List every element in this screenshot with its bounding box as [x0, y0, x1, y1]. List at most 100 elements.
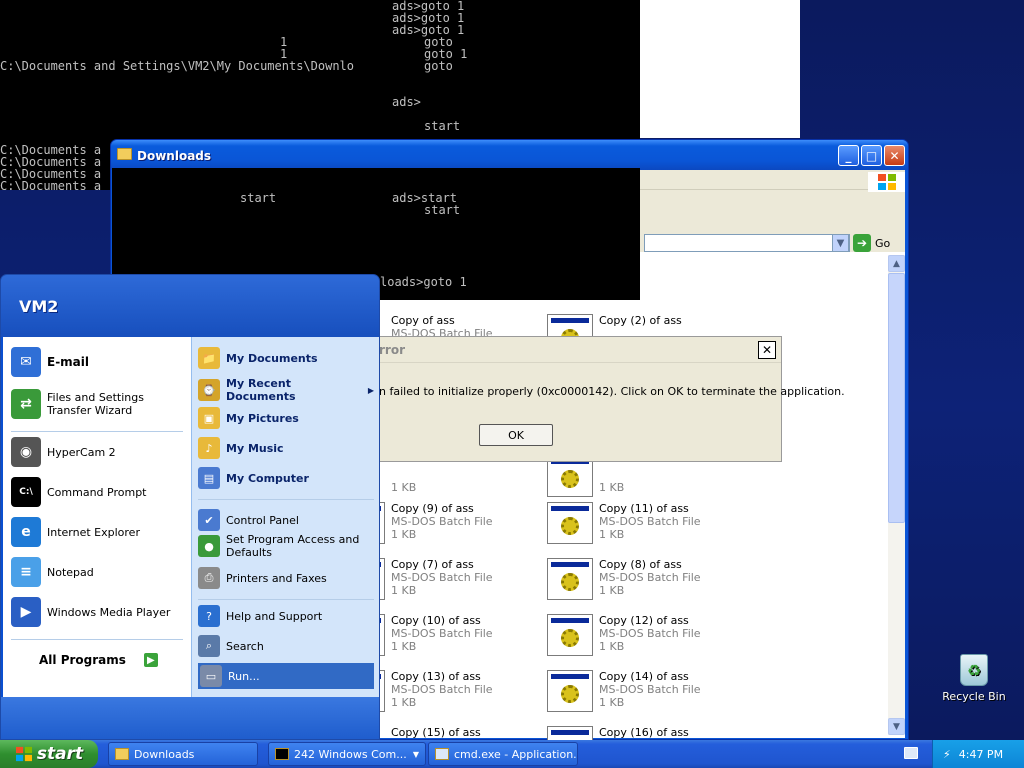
- minimize-button[interactable]: _: [838, 145, 859, 166]
- console-icon: [275, 748, 289, 760]
- hypercam-icon: ◉: [11, 437, 41, 467]
- start-item-transfer-wizard[interactable]: ⇄ Files and Settings Transfer Wizard: [11, 389, 187, 419]
- start-item-label: Run...: [228, 669, 260, 683]
- search-icon: ⌕: [198, 635, 220, 657]
- error-dialog-title: rror: [379, 343, 405, 357]
- console-line: start: [424, 203, 461, 217]
- window-bar-decoration: [551, 562, 589, 567]
- file-size: 1 KB: [391, 640, 417, 653]
- start-item-notepad[interactable]: ≡ Notepad: [11, 557, 187, 587]
- separator: [11, 431, 183, 432]
- start-item-label: Search: [226, 639, 264, 653]
- maximize-button[interactable]: □: [861, 145, 882, 166]
- my-music-icon: ♪: [198, 437, 220, 459]
- go-button[interactable]: ➔ Go: [853, 234, 903, 252]
- file-name: Copy (9) of ass: [391, 502, 474, 515]
- start-item-control-panel[interactable]: ✔ Control Panel: [198, 509, 374, 531]
- internet-explorer-icon: e: [11, 517, 41, 547]
- start-item-run[interactable]: ▭ Run...: [198, 663, 374, 689]
- notepad-icon: ≡: [11, 557, 41, 587]
- file-name: Copy (14) of ass: [599, 670, 689, 683]
- file-name: Copy (16) of ass: [599, 726, 689, 739]
- taskbar-label: 242 Windows Com...: [294, 747, 407, 761]
- error-dialog: rror ✕ n failed to initialize properly (…: [376, 336, 845, 462]
- file-item[interactable]: Copy (14) of ass MS-DOS Batch File 1 KB: [547, 670, 747, 714]
- file-name: Copy (15) of ass: [391, 726, 481, 739]
- file-name: Copy (10) of ass: [391, 614, 481, 627]
- start-item-media-player[interactable]: ▶ Windows Media Player: [11, 597, 187, 627]
- start-item-search[interactable]: ⌕ Search: [198, 635, 374, 657]
- taskbar: start Downloads 242 Windows Com... ▼ cmd.ex…: [0, 740, 1024, 768]
- system-tray: ⚡ 4:47 PM: [932, 740, 1024, 768]
- maximize-icon: □: [865, 148, 878, 163]
- error-message: n failed to initialize properly (0xc0000…: [379, 385, 845, 398]
- scroll-up-button[interactable]: ▲: [888, 255, 905, 272]
- start-item-label: E-mail: [47, 355, 90, 369]
- file-size: 1 KB: [599, 481, 625, 494]
- taskbar-button-0[interactable]: Downloads: [108, 742, 258, 766]
- start-item-label: Internet Explorer: [47, 525, 140, 539]
- start-item-my-documents[interactable]: 📁 My Documents: [198, 347, 374, 369]
- gear-icon: [561, 629, 579, 647]
- taskbar-button-1[interactable]: 242 Windows Com... ▼: [268, 742, 426, 766]
- file-size: 1 KB: [391, 528, 417, 541]
- gear-icon: [561, 573, 579, 591]
- start-item-my-music[interactable]: ♪ My Music: [198, 437, 374, 459]
- clock[interactable]: 4:47 PM: [959, 748, 1003, 761]
- control-panel-icon: ✔: [198, 509, 220, 531]
- scroll-down-button[interactable]: ▼: [888, 718, 905, 735]
- recycle-bin[interactable]: ♻ Recycle Bin: [940, 654, 1008, 710]
- error-dialog-titlebar[interactable]: rror ✕: [377, 337, 781, 363]
- file-type: MS-DOS Batch File: [391, 627, 493, 640]
- file-size: 1 KB: [599, 584, 625, 597]
- batch-file-icon: [547, 670, 593, 712]
- start-item-program-access[interactable]: ● Set Program Access and Defaults: [198, 533, 374, 559]
- start-item-label: Set Program Access and Defaults: [226, 533, 360, 559]
- network-icon[interactable]: ⚡: [943, 748, 951, 761]
- close-icon: ✕: [889, 148, 900, 163]
- console-line: start: [424, 119, 461, 133]
- all-programs-button[interactable]: All Programs ▶: [39, 653, 179, 667]
- ok-button[interactable]: OK: [479, 424, 553, 446]
- explorer-titlebar[interactable]: Downloads _ □ ✕: [111, 140, 908, 170]
- console-line: loads>goto 1: [380, 275, 467, 289]
- media-player-icon: ▶: [11, 597, 41, 627]
- file-size: 1 KB: [599, 528, 625, 541]
- email-icon: ✉: [11, 347, 41, 377]
- recycle-bin-icon: ♻: [960, 654, 988, 686]
- address-input[interactable]: [644, 234, 850, 252]
- console-line: ads>: [392, 95, 421, 109]
- start-menu-left-pane: ✉ E-mail ⇄ Files and Settings Transfer Wiza…: [3, 337, 191, 697]
- start-item-command-prompt[interactable]: C:\ Command Prompt: [11, 477, 187, 507]
- address-dropdown-button[interactable]: ▼: [832, 234, 849, 252]
- window-bar-decoration: [551, 318, 589, 323]
- ok-label: OK: [508, 428, 524, 442]
- separator: [198, 599, 374, 600]
- start-item-my-pictures[interactable]: ▣ My Pictures: [198, 407, 374, 429]
- start-item-hypercam[interactable]: ◉ HyperCam 2: [11, 437, 187, 467]
- file-name: Copy (7) of ass: [391, 558, 474, 571]
- start-item-my-computer[interactable]: ▤ My Computer: [198, 467, 374, 489]
- start-item-internet-explorer[interactable]: e Internet Explorer: [11, 517, 187, 547]
- file-item[interactable]: Copy (11) of ass MS-DOS Batch File 1 KB: [547, 502, 747, 546]
- vertical-scrollbar[interactable]: ▲ ▼: [888, 255, 905, 735]
- taskbar-button-2[interactable]: cmd.exe - Application...: [428, 742, 578, 766]
- file-item[interactable]: Copy (12) of ass MS-DOS Batch File 1 KB: [547, 614, 747, 658]
- start-item-label: My Pictures: [226, 411, 299, 425]
- file-item[interactable]: Copy (8) of ass MS-DOS Batch File 1 KB: [547, 558, 747, 602]
- start-item-email[interactable]: ✉ E-mail: [11, 347, 187, 377]
- window-icon: [435, 748, 449, 760]
- console-line: goto: [424, 59, 453, 73]
- file-size: 1 KB: [599, 696, 625, 709]
- start-item-printers[interactable]: ⎙ Printers and Faxes: [198, 567, 374, 589]
- keyboard-icon: [904, 747, 918, 759]
- start-item-recent-documents[interactable]: ⌚ My Recent Documents ▶: [198, 377, 374, 403]
- start-menu-header: VM2: [1, 275, 379, 337]
- close-button[interactable]: ✕: [884, 145, 905, 166]
- chevron-down-icon: ▼: [836, 237, 845, 249]
- scroll-thumb[interactable]: [888, 273, 905, 523]
- start-item-help[interactable]: ? Help and Support: [198, 605, 374, 627]
- my-computer-icon: ▤: [198, 467, 220, 489]
- error-close-button[interactable]: ✕: [758, 341, 776, 359]
- window-bar-decoration: [551, 730, 589, 735]
